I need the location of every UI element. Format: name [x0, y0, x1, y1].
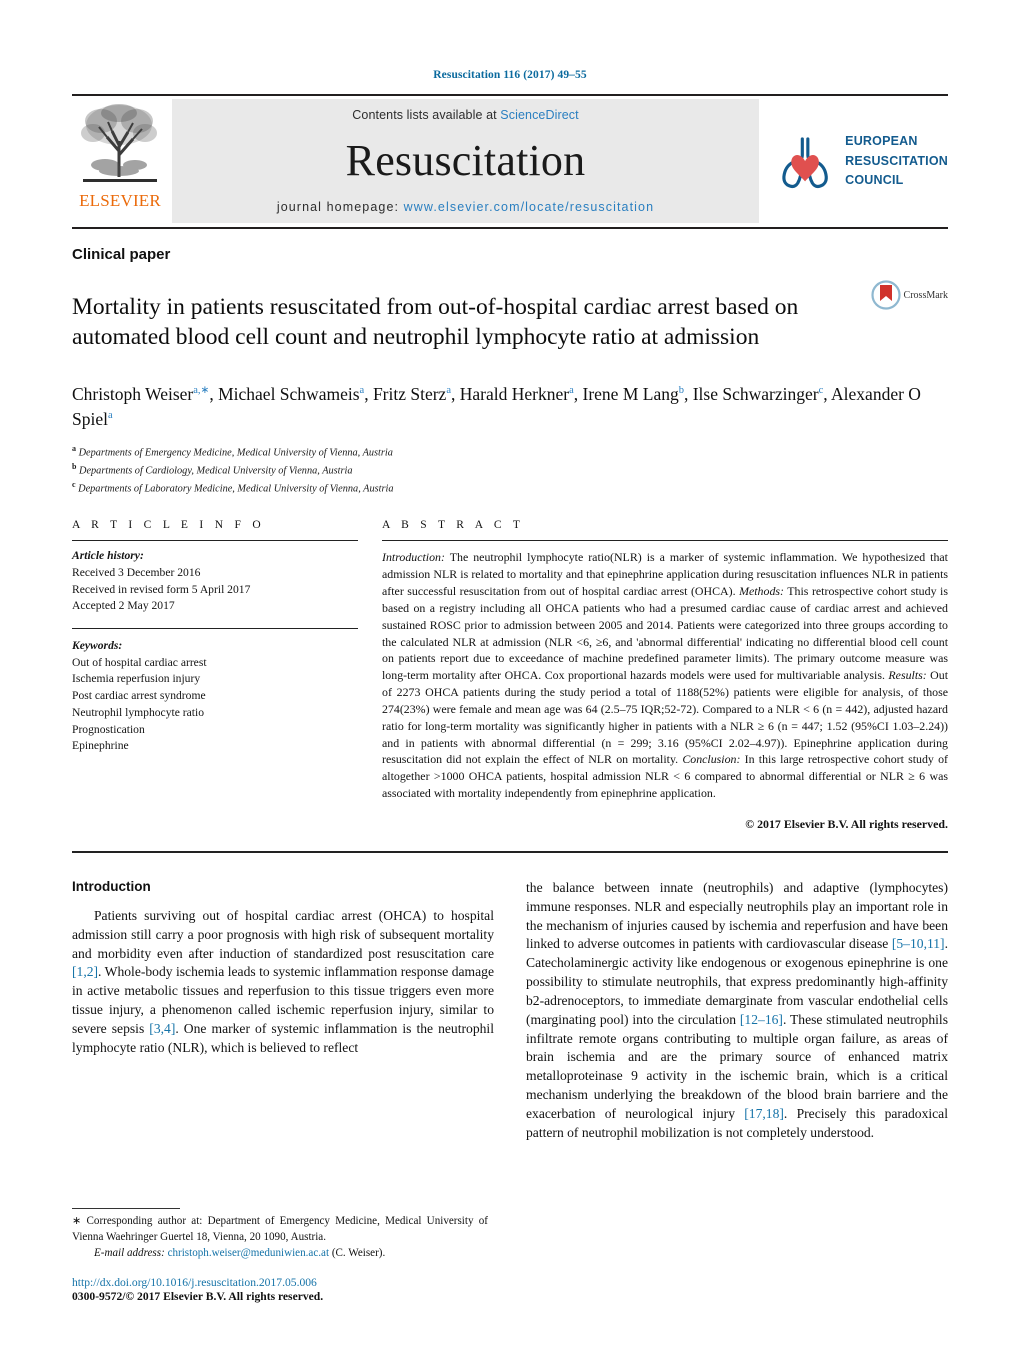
erc-line-3: COUNCIL [845, 173, 904, 188]
homepage-prefix: journal homepage: [276, 200, 404, 214]
crossmark-icon [870, 280, 901, 310]
citation-link[interactable]: [3,4] [149, 1021, 175, 1036]
keyword-item: Ischemia reperfusion injury [72, 672, 201, 686]
email-link[interactable]: christoph.weiser@meduniwien.ac.at [168, 1247, 329, 1259]
journal-title-band: Contents lists available at ScienceDirec… [172, 99, 759, 223]
introduction-paragraph-right: the balance between innate (neutrophils)… [526, 879, 948, 1142]
keyword-item: Prognostication [72, 722, 145, 736]
crossmark-badge[interactable]: CrossMark [870, 276, 948, 310]
affiliation-item: c Departments of Laboratory Medicine, Me… [72, 479, 394, 494]
abstract-copyright: © 2017 Elsevier B.V. All rights reserved… [745, 817, 948, 832]
citation-link[interactable]: [17,18] [744, 1106, 784, 1121]
keyword-item: Epinephrine [72, 739, 129, 753]
abstract-bottom-rule [72, 851, 948, 854]
abstract-section-label: Results: [888, 668, 927, 683]
doi-link[interactable]: http://dx.doi.org/10.1016/j.resuscitatio… [72, 1276, 488, 1289]
elsevier-tree-icon [79, 99, 161, 191]
keyword-item: Out of hospital cardiac arrest [72, 655, 207, 669]
elsevier-logo: ELSEVIER [72, 96, 168, 227]
affiliation-marker: c [72, 479, 76, 489]
contents-prefix: Contents lists available at [352, 108, 501, 122]
footnote-rule [72, 1208, 180, 1210]
contents-line: Contents lists available at ScienceDirec… [352, 108, 578, 122]
body-text: the balance between innate (neutrophils)… [526, 880, 948, 952]
email-suffix: (C. Weiser). [329, 1247, 386, 1259]
journal-name: Resuscitation [345, 136, 586, 185]
article-history: Article history: Received 3 December 201… [72, 541, 358, 615]
email-note: E-mail address: christoph.weiser@meduniw… [72, 1247, 488, 1259]
history-item: Accepted 2 May 2017 [72, 599, 175, 613]
abstract-section: Methods: This retrospective cohort study… [382, 584, 948, 683]
abstract-section-label: Methods: [739, 584, 784, 599]
article-type-kicker: Clinical paper [72, 246, 171, 263]
journal-article-page: Resuscitation 116 (2017) 49–55 ELSEVIER … [0, 0, 1020, 1351]
citation-link[interactable]: [5–10,11] [892, 936, 945, 951]
elsevier-wordmark: ELSEVIER [79, 191, 161, 210]
introduction-heading: Introduction [72, 879, 151, 895]
abstract-section-label: Conclusion: [682, 752, 741, 767]
history-item: Received 3 December 2016 [72, 566, 201, 580]
running-head: Resuscitation 116 (2017) 49–55 [433, 69, 587, 81]
doi-block: http://dx.doi.org/10.1016/j.resuscitatio… [72, 1276, 488, 1303]
affiliation-item: b Departments of Cardiology, Medical Uni… [72, 461, 353, 477]
introduction-paragraph-left: Patients surviving out of hospital cardi… [72, 907, 494, 1058]
title-row: Mortality in patients resuscitated from … [72, 276, 948, 368]
affiliation-list: a Departments of Emergency Medicine, Med… [72, 443, 948, 497]
journal-masthead: ELSEVIER Contents lists available at Sci… [72, 94, 948, 229]
keyword-item: Neutrophil lymphocyte ratio [72, 705, 205, 719]
body-column-right: the balance between innate (neutrophils)… [526, 879, 948, 1142]
crossmark-label: CrossMark [903, 289, 948, 301]
keyword-item: Post cardiac arrest syndrome [72, 689, 206, 703]
erc-line-2: RESUSCITATION [845, 153, 948, 168]
affiliation-item: a Departments of Emergency Medicine, Med… [72, 443, 393, 459]
corresponding-author-marker: ∗ [72, 1215, 82, 1228]
keywords-block: Keywords: Out of hospital cardiac arrest… [72, 636, 358, 755]
erc-logo: EUROPEAN RESUSCITATION COUNCIL [763, 96, 948, 227]
journal-homepage-line: journal homepage: www.elsevier.com/locat… [277, 200, 654, 214]
article-history-label: Article history: [72, 549, 144, 563]
footnote-area: ∗ Corresponding author at: Department of… [72, 1208, 488, 1303]
email-label: E-mail address: [94, 1247, 165, 1259]
citation-link[interactable]: [1,2] [72, 964, 98, 979]
abstract-section-label: Introduction: [382, 550, 445, 565]
body-columns: Introduction Patients surviving out of h… [72, 879, 948, 1142]
affiliation-marker: a [72, 443, 76, 453]
info-abstract-region: A R T I C L E I N F O Article history: R… [72, 519, 948, 832]
body-column-left: Introduction Patients surviving out of h… [72, 879, 494, 1142]
history-item: Received in revised form 5 April 2017 [72, 582, 251, 596]
sciencedirect-link[interactable]: ScienceDirect [500, 108, 578, 122]
article-info-column: A R T I C L E I N F O Article history: R… [72, 519, 358, 832]
erc-wordmark: EUROPEAN RESUSCITATION COUNCIL [845, 132, 948, 190]
page-title: Mortality in patients resuscitated from … [72, 293, 799, 351]
body-text: . These stimulated neutrophils infiltrat… [526, 1011, 948, 1121]
corresponding-author-note: ∗ Corresponding author at: Department of… [72, 1214, 488, 1245]
article-info-heading: A R T I C L E I N F O [72, 519, 265, 532]
keywords-label: Keywords: [72, 639, 123, 653]
journal-homepage-link[interactable]: www.elsevier.com/locate/resuscitation [404, 200, 655, 214]
erc-lungs-heart-icon [782, 136, 828, 188]
author-list: Christoph Weisera,∗, Michael Schwameisa,… [72, 384, 921, 429]
erc-line-1: EUROPEAN [845, 134, 918, 149]
body-text: Patients surviving out of hospital cardi… [72, 908, 494, 961]
abstract-column: A B S T R A C T Introduction: The neutro… [382, 519, 948, 832]
abstract-body: Introduction: The neutrophil lymphocyte … [382, 541, 948, 802]
citation-link[interactable]: [12–16] [740, 1012, 783, 1027]
article-info-rule-mid [72, 628, 358, 636]
affiliation-marker: b [72, 461, 77, 471]
issn-copyright-line: 0300-9572/© 2017 Elsevier B.V. All right… [72, 1290, 324, 1303]
abstract-heading: A B S T R A C T [382, 519, 525, 532]
corresponding-author-text: Corresponding author at: Department of E… [72, 1215, 488, 1243]
